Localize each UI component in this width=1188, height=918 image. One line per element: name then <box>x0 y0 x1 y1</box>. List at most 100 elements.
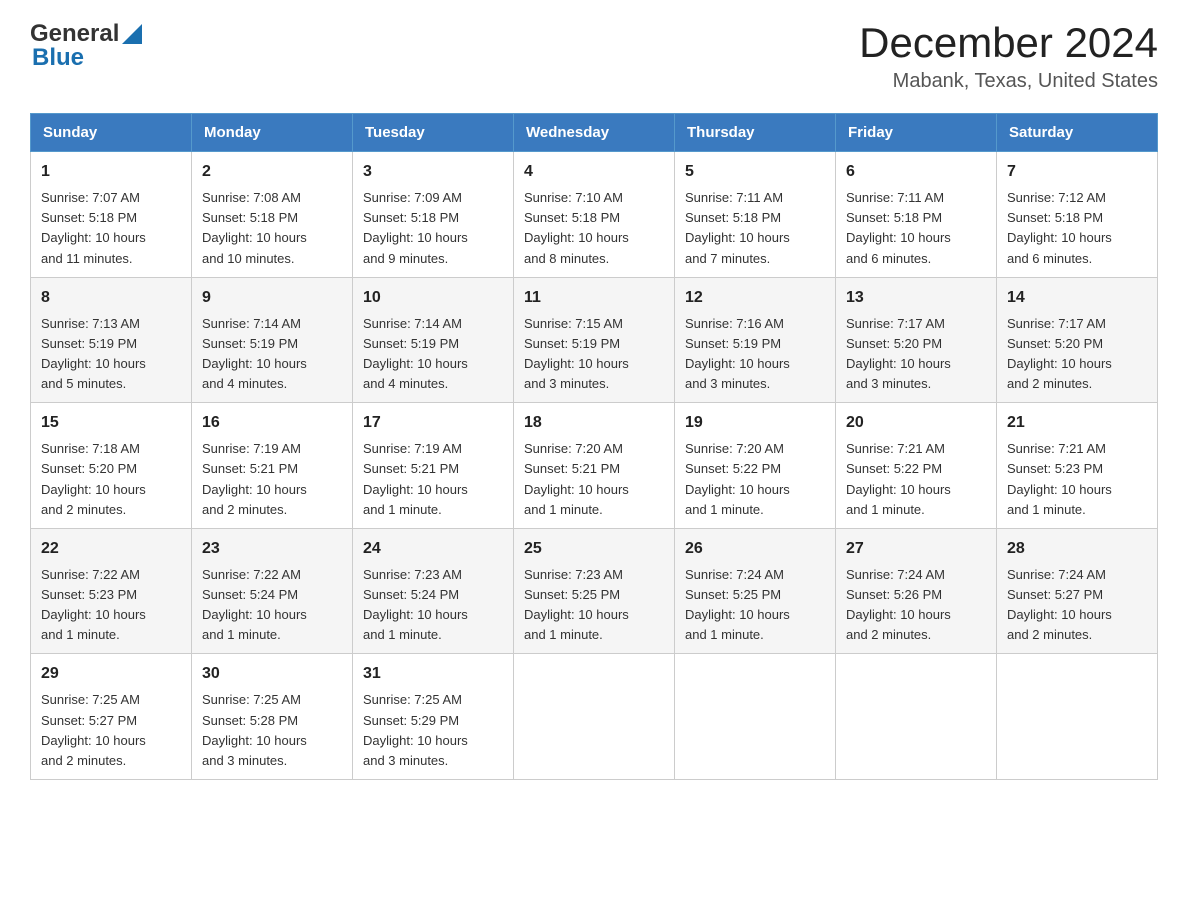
day-cell: 22Sunrise: 7:22 AMSunset: 5:23 PMDayligh… <box>31 528 192 654</box>
day-cell <box>514 654 675 780</box>
day-cell: 25 Sunrise: 7:23 AMSunset: 5:25 PMDayligh… <box>514 528 675 654</box>
header-cell-friday: Friday <box>836 114 997 152</box>
day-cell: 29 Sunrise: 7:25 AMSunset: 5:27 PMDayligh… <box>31 654 192 780</box>
day-info: Sunrise: 7:25 AMSunset: 5:29 PMDaylight:… <box>363 690 503 771</box>
day-info: Sunrise: 7:23 AMSunset: 5:25 PMDaylight:… <box>524 565 664 646</box>
day-number: 24 <box>363 537 503 561</box>
header-cell-saturday: Saturday <box>997 114 1158 152</box>
day-cell <box>675 654 836 780</box>
day-cell: 30Sunrise: 7:25 AMSunset: 5:28 PMDayligh… <box>192 654 353 780</box>
day-cell: 3 Sunrise: 7:09 AMSunset: 5:18 PMDaylight… <box>353 152 514 278</box>
day-cell: 27Sunrise: 7:24 AMSunset: 5:26 PMDayligh… <box>836 528 997 654</box>
day-number: 8 <box>41 286 181 310</box>
day-cell: 26Sunrise: 7:24 AMSunset: 5:25 PMDayligh… <box>675 528 836 654</box>
day-number: 20 <box>846 411 986 435</box>
day-cell <box>836 654 997 780</box>
day-info: Sunrise: 7:24 AMSunset: 5:27 PMDaylight:… <box>1007 565 1147 646</box>
day-cell: 20 Sunrise: 7:21 AMSunset: 5:22 PMDayligh… <box>836 403 997 529</box>
day-number: 10 <box>363 286 503 310</box>
day-cell: 8 Sunrise: 7:13 AMSunset: 5:19 PMDaylight… <box>31 277 192 403</box>
day-number: 21 <box>1007 411 1147 435</box>
day-number: 25 <box>524 537 664 561</box>
day-info: Sunrise: 7:21 AMSunset: 5:23 PMDaylight:… <box>1007 439 1147 520</box>
day-info: Sunrise: 7:17 AMSunset: 5:20 PMDaylight:… <box>1007 314 1147 395</box>
header-cell-monday: Monday <box>192 114 353 152</box>
day-info: Sunrise: 7:25 AMSunset: 5:28 PMDaylight:… <box>202 690 342 771</box>
day-number: 14 <box>1007 286 1147 310</box>
day-cell: 19Sunrise: 7:20 AMSunset: 5:22 PMDayligh… <box>675 403 836 529</box>
day-number: 17 <box>363 411 503 435</box>
day-info: Sunrise: 7:22 AMSunset: 5:23 PMDaylight:… <box>41 565 181 646</box>
day-number: 5 <box>685 160 825 184</box>
day-cell: 11 Sunrise: 7:15 AMSunset: 5:19 PMDayligh… <box>514 277 675 403</box>
week-row-4: 22Sunrise: 7:22 AMSunset: 5:23 PMDayligh… <box>31 528 1158 654</box>
calendar-table: SundayMondayTuesdayWednesdayThursdayFrid… <box>30 113 1158 780</box>
header-row: SundayMondayTuesdayWednesdayThursdayFrid… <box>31 114 1158 152</box>
day-cell: 28 Sunrise: 7:24 AMSunset: 5:27 PMDayligh… <box>997 528 1158 654</box>
day-cell: 10 Sunrise: 7:14 AMSunset: 5:19 PMDayligh… <box>353 277 514 403</box>
day-number: 7 <box>1007 160 1147 184</box>
day-info: Sunrise: 7:11 AMSunset: 5:18 PMDaylight:… <box>846 188 986 269</box>
day-cell: 9 Sunrise: 7:14 AMSunset: 5:19 PMDaylight… <box>192 277 353 403</box>
day-info: Sunrise: 7:11 AMSunset: 5:18 PMDaylight:… <box>685 188 825 269</box>
day-info: Sunrise: 7:12 AMSunset: 5:18 PMDaylight:… <box>1007 188 1147 269</box>
header-cell-sunday: Sunday <box>31 114 192 152</box>
day-info: Sunrise: 7:20 AMSunset: 5:21 PMDaylight:… <box>524 439 664 520</box>
day-info: Sunrise: 7:16 AMSunset: 5:19 PMDaylight:… <box>685 314 825 395</box>
day-number: 9 <box>202 286 342 310</box>
day-info: Sunrise: 7:09 AMSunset: 5:18 PMDaylight:… <box>363 188 503 269</box>
day-info: Sunrise: 7:20 AMSunset: 5:22 PMDaylight:… <box>685 439 825 520</box>
day-cell: 17Sunrise: 7:19 AMSunset: 5:21 PMDayligh… <box>353 403 514 529</box>
day-number: 28 <box>1007 537 1147 561</box>
calendar-header: SundayMondayTuesdayWednesdayThursdayFrid… <box>31 114 1158 152</box>
day-number: 3 <box>363 160 503 184</box>
day-cell: 12Sunrise: 7:16 AMSunset: 5:19 PMDayligh… <box>675 277 836 403</box>
day-info: Sunrise: 7:18 AMSunset: 5:20 PMDaylight:… <box>41 439 181 520</box>
day-info: Sunrise: 7:24 AMSunset: 5:26 PMDaylight:… <box>846 565 986 646</box>
day-info: Sunrise: 7:19 AMSunset: 5:21 PMDaylight:… <box>202 439 342 520</box>
day-info: Sunrise: 7:08 AMSunset: 5:18 PMDaylight:… <box>202 188 342 269</box>
header-cell-tuesday: Tuesday <box>353 114 514 152</box>
logo: General Blue <box>30 20 142 72</box>
header-cell-wednesday: Wednesday <box>514 114 675 152</box>
week-row-3: 15 Sunrise: 7:18 AMSunset: 5:20 PMDayligh… <box>31 403 1158 529</box>
week-row-1: 1Sunrise: 7:07 AMSunset: 5:18 PMDaylight… <box>31 152 1158 278</box>
day-cell: 15 Sunrise: 7:18 AMSunset: 5:20 PMDayligh… <box>31 403 192 529</box>
day-cell: 4Sunrise: 7:10 AMSunset: 5:18 PMDaylight… <box>514 152 675 278</box>
day-cell: 21 Sunrise: 7:21 AMSunset: 5:23 PMDayligh… <box>997 403 1158 529</box>
day-info: Sunrise: 7:14 AMSunset: 5:19 PMDaylight:… <box>363 314 503 395</box>
day-info: Sunrise: 7:13 AMSunset: 5:19 PMDaylight:… <box>41 314 181 395</box>
day-info: Sunrise: 7:23 AMSunset: 5:24 PMDaylight:… <box>363 565 503 646</box>
day-number: 11 <box>524 286 664 310</box>
logo-arrow-icon <box>122 24 142 44</box>
day-number: 15 <box>41 411 181 435</box>
week-row-5: 29 Sunrise: 7:25 AMSunset: 5:27 PMDayligh… <box>31 654 1158 780</box>
day-cell: 1Sunrise: 7:07 AMSunset: 5:18 PMDaylight… <box>31 152 192 278</box>
day-number: 2 <box>202 160 342 184</box>
day-info: Sunrise: 7:25 AMSunset: 5:27 PMDaylight:… <box>41 690 181 771</box>
day-cell <box>997 654 1158 780</box>
day-info: Sunrise: 7:14 AMSunset: 5:19 PMDaylight:… <box>202 314 342 395</box>
day-cell: 7 Sunrise: 7:12 AMSunset: 5:18 PMDaylight… <box>997 152 1158 278</box>
day-number: 31 <box>363 662 503 686</box>
day-cell: 5 Sunrise: 7:11 AMSunset: 5:18 PMDaylight… <box>675 152 836 278</box>
day-info: Sunrise: 7:22 AMSunset: 5:24 PMDaylight:… <box>202 565 342 646</box>
week-row-2: 8 Sunrise: 7:13 AMSunset: 5:19 PMDaylight… <box>31 277 1158 403</box>
day-cell: 23Sunrise: 7:22 AMSunset: 5:24 PMDayligh… <box>192 528 353 654</box>
calendar-body: 1Sunrise: 7:07 AMSunset: 5:18 PMDaylight… <box>31 152 1158 780</box>
day-number: 6 <box>846 160 986 184</box>
day-cell: 6 Sunrise: 7:11 AMSunset: 5:18 PMDaylight… <box>836 152 997 278</box>
day-number: 13 <box>846 286 986 310</box>
day-info: Sunrise: 7:21 AMSunset: 5:22 PMDaylight:… <box>846 439 986 520</box>
header-cell-thursday: Thursday <box>675 114 836 152</box>
day-cell: 31 Sunrise: 7:25 AMSunset: 5:29 PMDayligh… <box>353 654 514 780</box>
page-header: General Blue December 2024 Mabank, Texas… <box>30 20 1158 93</box>
day-number: 16 <box>202 411 342 435</box>
day-info: Sunrise: 7:15 AMSunset: 5:19 PMDaylight:… <box>524 314 664 395</box>
day-number: 29 <box>41 662 181 686</box>
day-number: 1 <box>41 160 181 184</box>
day-number: 26 <box>685 537 825 561</box>
day-cell: 16 Sunrise: 7:19 AMSunset: 5:21 PMDayligh… <box>192 403 353 529</box>
day-cell: 24 Sunrise: 7:23 AMSunset: 5:24 PMDayligh… <box>353 528 514 654</box>
day-cell: 18Sunrise: 7:20 AMSunset: 5:21 PMDayligh… <box>514 403 675 529</box>
